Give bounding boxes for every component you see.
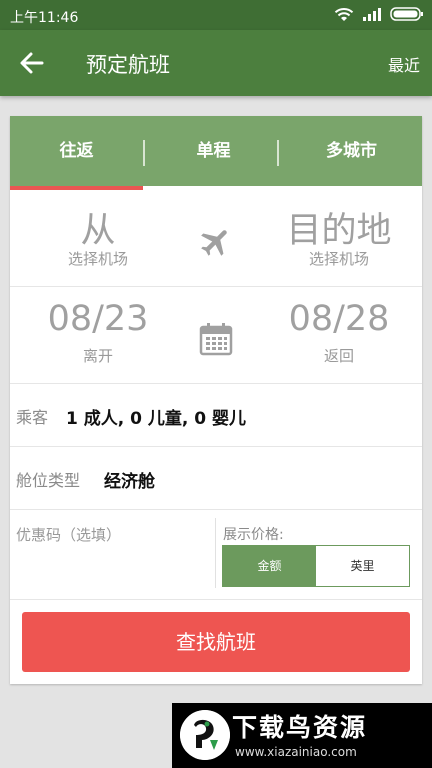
tab-round-trip[interactable]: 往返: [10, 116, 143, 186]
price-option-miles[interactable]: 英里: [316, 546, 409, 586]
page-title: 预定航班: [86, 53, 170, 77]
recent-button[interactable]: 最近: [388, 52, 420, 76]
cabin-value: 经济舱: [104, 472, 155, 492]
promo-divider: [215, 518, 216, 588]
watermark-url: www.xiazainiao.com: [235, 745, 357, 759]
passengers-label: 乘客: [16, 408, 49, 427]
depart-label: 离开: [82, 347, 113, 365]
tab-one-way[interactable]: 单程: [147, 116, 280, 186]
tab-divider: [277, 140, 279, 166]
status-bar: 上午11:46: [0, 0, 432, 30]
status-icons: [334, 6, 424, 22]
cabin-row[interactable]: 舱位类型 经济舱: [10, 447, 422, 510]
price-display-toggle: 金额 英里: [222, 545, 410, 587]
price-option-amount[interactable]: 金额: [223, 546, 316, 586]
signal-icon: [363, 8, 381, 21]
passengers-value: 1 成人, 0 儿童, 0 婴儿: [66, 409, 246, 429]
status-time: 上午11:46: [10, 10, 79, 26]
depart-date: 08/23: [47, 299, 149, 339]
promo-price-row: 优惠码（选填） 展示价格: 金额 英里: [10, 510, 422, 600]
tab-divider: [143, 140, 145, 166]
battery-icon: [390, 7, 423, 21]
destination-value: 目的地: [286, 211, 392, 251]
cabin-label: 舱位类型: [16, 471, 81, 490]
origin-value: 从: [80, 211, 116, 251]
return-date: 08/28: [288, 299, 390, 339]
bird-logo-icon: [180, 710, 230, 760]
booking-card: 往返 单程 多城市 从 选择机场 目的地 选择机场 08/23 离开 08/28…: [10, 116, 422, 684]
back-arrow-icon[interactable]: [18, 49, 46, 77]
promo-code-input[interactable]: 优惠码（选填）: [16, 524, 121, 545]
trip-type-tabs: 往返 单程 多城市: [10, 116, 422, 186]
destination-hint: 选择机场: [308, 250, 369, 268]
search-flights-button[interactable]: 查找航班: [22, 612, 410, 672]
airport-row: 从 选择机场 目的地 选择机场: [10, 190, 422, 287]
wifi-icon: [334, 8, 354, 21]
calendar-icon: [199, 323, 233, 356]
origin-hint: 选择机场: [67, 250, 128, 268]
watermark-banner: 下载鸟资源 www.xiazainiao.com: [172, 703, 432, 768]
date-row: 08/23 离开 08/28 返回: [10, 287, 422, 384]
price-display-label: 展示价格:: [223, 527, 284, 543]
airplane-icon: [201, 230, 227, 256]
watermark-title: 下载鸟资源: [232, 713, 368, 742]
passengers-row[interactable]: 乘客 1 成人, 0 儿童, 0 婴儿: [10, 384, 422, 447]
tab-multi-city[interactable]: 多城市: [285, 116, 418, 186]
app-bar: 预定航班 最近: [0, 30, 432, 96]
return-label: 返回: [323, 347, 354, 365]
